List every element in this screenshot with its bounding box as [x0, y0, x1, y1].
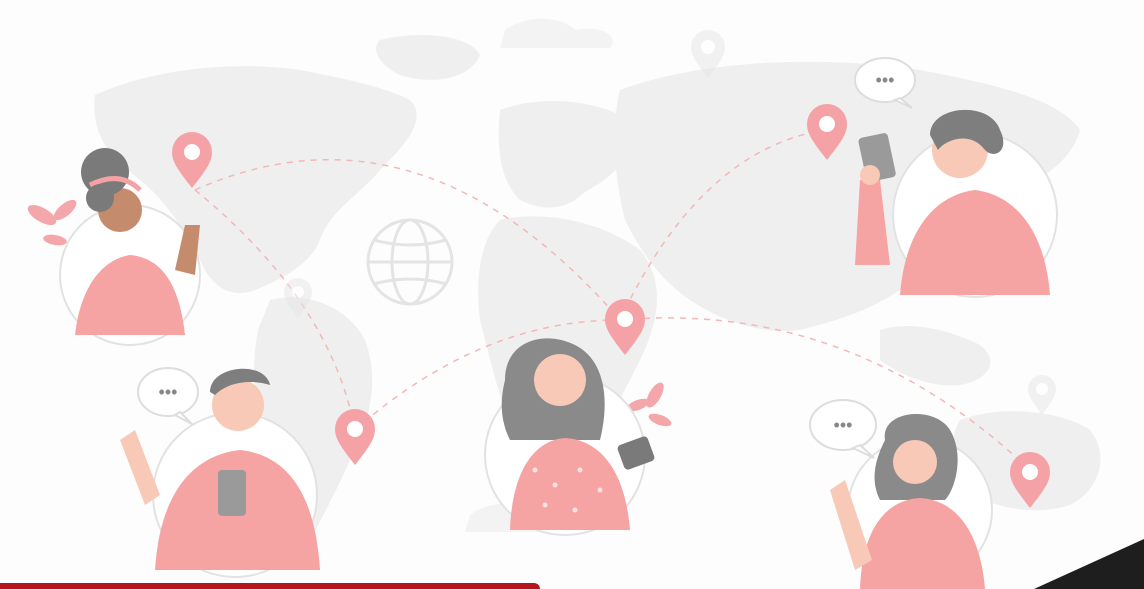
corner-dark-shape: [1034, 539, 1144, 589]
person-center: [484, 338, 672, 536]
chat-bubble-icon: •••: [137, 367, 199, 425]
illustration-canvas: ••• ••• •••: [27, 18, 1101, 589]
globe-icon: [366, 218, 454, 306]
chat-bubble-icon: •••: [809, 399, 877, 459]
location-pin-icon: [1028, 375, 1056, 415]
chat-bubble-text: •••: [159, 382, 178, 402]
world-connection-illustration: ••• ••• •••: [0, 0, 1144, 589]
chat-bubble-text: •••: [876, 70, 895, 90]
bottom-red-bar: [0, 583, 540, 589]
chat-bubble-text: •••: [834, 415, 853, 435]
